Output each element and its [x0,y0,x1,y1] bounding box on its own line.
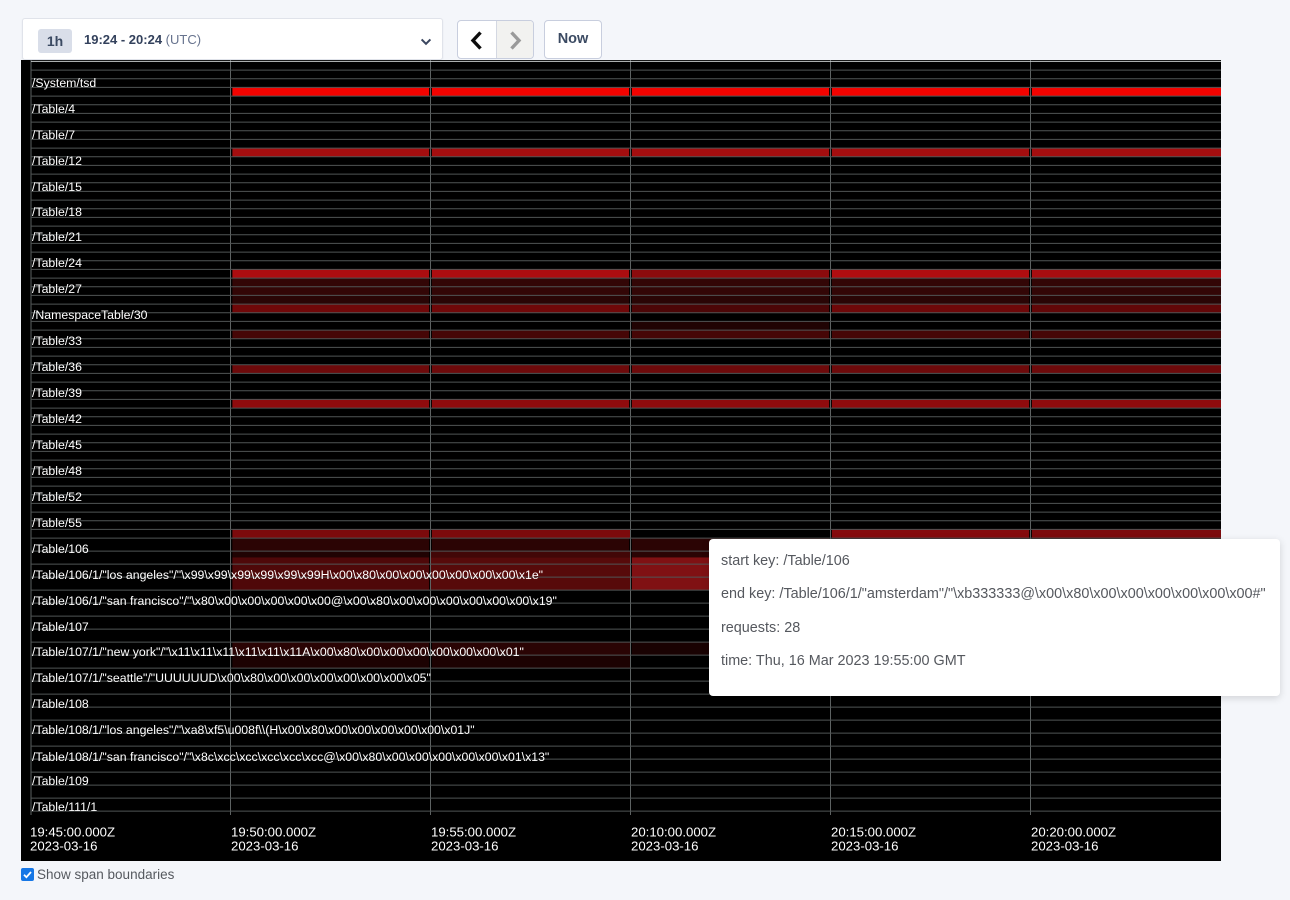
svg-text:/Table/107: /Table/107 [32,620,89,634]
svg-text:/Table/12: /Table/12 [32,154,82,168]
svg-text:2023-03-16: 2023-03-16 [631,839,698,854]
svg-text:/Table/33: /Table/33 [32,334,82,348]
svg-text:/Table/108: /Table/108 [32,697,89,711]
svg-text:/Table/36: /Table/36 [32,360,82,374]
svg-text:/Table/39: /Table/39 [32,386,82,400]
svg-text:/Table/45: /Table/45 [32,438,82,452]
svg-text:2023-03-16: 2023-03-16 [231,839,298,854]
svg-text:2023-03-16: 2023-03-16 [30,839,97,854]
svg-text:/Table/48: /Table/48 [32,464,82,478]
svg-text:/Table/55: /Table/55 [32,516,82,530]
svg-text:/Table/27: /Table/27 [32,282,82,296]
svg-text:/Table/18: /Table/18 [32,205,82,219]
svg-text:/Table/109: /Table/109 [32,774,89,788]
svg-text:19:45:00.000Z: 19:45:00.000Z [30,825,115,840]
svg-text:20:15:00.000Z: 20:15:00.000Z [831,825,916,840]
svg-text:/Table/42: /Table/42 [32,412,82,426]
svg-text:/Table/15: /Table/15 [32,180,82,194]
svg-text:/Table/108/1/"san francisco"/": /Table/108/1/"san francisco"/"\x8c\xcc\x… [32,750,549,764]
svg-text:20:10:00.000Z: 20:10:00.000Z [631,825,716,840]
svg-text:/NamespaceTable/30: /NamespaceTable/30 [32,308,148,322]
svg-text:20:20:00.000Z: 20:20:00.000Z [1031,825,1116,840]
svg-text:/Table/107/1/"seattle"/"UUUUUU: /Table/107/1/"seattle"/"UUUUUUD\x00\x80\… [32,671,431,685]
svg-text:2023-03-16: 2023-03-16 [831,839,898,854]
svg-text:2023-03-16: 2023-03-16 [431,839,498,854]
svg-text:/Table/108/1/"los angeles"/"\x: /Table/108/1/"los angeles"/"\xa8\xf5\u00… [32,723,475,737]
svg-text:/Table/106/1/"los angeles"/"\x: /Table/106/1/"los angeles"/"\x99\x99\x99… [32,568,543,582]
svg-text:/Table/52: /Table/52 [32,490,82,504]
svg-text:/Table/106/1/"san francisco"/": /Table/106/1/"san francisco"/"\x80\x00\x… [32,594,557,608]
svg-text:/Table/21: /Table/21 [32,230,82,244]
svg-text:2023-03-16: 2023-03-16 [1031,839,1098,854]
svg-text:/Table/7: /Table/7 [32,128,75,142]
svg-text:/System/tsd: /System/tsd [32,76,96,90]
svg-text:19:50:00.000Z: 19:50:00.000Z [231,825,316,840]
svg-text:/Table/111/1: /Table/111/1 [32,800,97,814]
svg-text:19:55:00.000Z: 19:55:00.000Z [431,825,516,840]
svg-text:/Table/107/1/"new york"/"\x11\: /Table/107/1/"new york"/"\x11\x11\x11\x1… [32,645,524,659]
svg-text:/Table/106: /Table/106 [32,542,89,556]
svg-text:/Table/24: /Table/24 [32,256,82,270]
svg-text:/Table/4: /Table/4 [32,102,75,116]
